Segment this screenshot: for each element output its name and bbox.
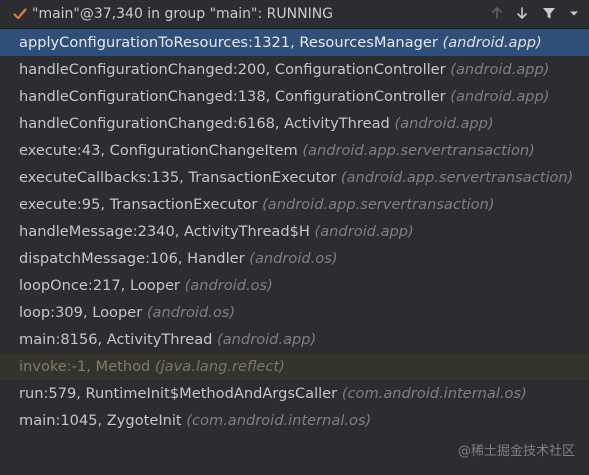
frame-package: (android.app) xyxy=(450,88,550,105)
frame-method: handleMessage:2340, ActivityThread$H xyxy=(19,223,310,240)
stack-frame-row[interactable]: dispatchMessage:106, Handler (android.os… xyxy=(0,245,589,272)
stack-frame-row[interactable]: execute:43, ConfigurationChangeItem (and… xyxy=(0,137,589,164)
stack-frame-row[interactable]: main:8156, ActivityThread (android.app) xyxy=(0,326,589,353)
frame-package: (java.lang.reflect) xyxy=(154,358,285,375)
frame-package: (android.os) xyxy=(249,250,338,267)
thread-title: "main"@37,340 in group "main": RUNNING xyxy=(32,6,334,22)
arrow-down-icon[interactable] xyxy=(514,5,530,21)
frame-method: main:8156, ActivityThread xyxy=(19,331,213,348)
frame-package: (android.app.servertransaction) xyxy=(302,142,535,159)
stack-frame-row[interactable]: execute:95, TransactionExecutor (android… xyxy=(0,191,589,218)
dropdown-icon[interactable] xyxy=(566,5,582,21)
frame-method: handleConfigurationChanged:138, Configur… xyxy=(19,88,446,105)
watermark: @稀土掘金技术社区 xyxy=(457,444,575,459)
frame-method: run:579, RuntimeInit$MethodAndArgsCaller xyxy=(19,385,338,402)
frame-method: invoke:-1, Method xyxy=(19,358,151,375)
stack-frame-row[interactable]: executeCallbacks:135, TransactionExecuto… xyxy=(0,164,589,191)
stack-frames-list: applyConfigurationToResources:1321, Reso… xyxy=(0,29,589,434)
frame-package: (android.app.servertransaction) xyxy=(262,196,495,213)
stack-frame-row[interactable]: handleConfigurationChanged:6168, Activit… xyxy=(0,110,589,137)
stack-frame-row[interactable]: run:579, RuntimeInit$MethodAndArgsCaller… xyxy=(0,380,589,407)
frame-package: (android.app) xyxy=(450,61,550,78)
frame-package: (android.os) xyxy=(146,304,236,321)
frame-package: (com.android.internal.os) xyxy=(186,412,372,429)
frame-package: (com.android.internal.os) xyxy=(341,385,527,402)
arrow-up-icon[interactable] xyxy=(489,5,505,21)
stack-frame-row[interactable]: invoke:-1, Method (java.lang.reflect) xyxy=(0,353,589,380)
filter-icon[interactable] xyxy=(541,5,557,21)
checkmark-icon xyxy=(12,6,28,22)
frame-method: executeCallbacks:135, TransactionExecuto… xyxy=(19,169,337,186)
stack-frame-row[interactable]: main:1045, ZygoteInit (com.android.inter… xyxy=(0,407,589,434)
frame-method: loop:309, Looper xyxy=(19,304,143,321)
frame-package: (android.app) xyxy=(394,115,494,132)
frame-method: handleConfigurationChanged:200, Configur… xyxy=(19,61,446,78)
stack-frame-row[interactable]: handleConfigurationChanged:200, Configur… xyxy=(0,56,589,83)
frame-package: (android.app.servertransaction) xyxy=(340,169,574,186)
stack-frame-row[interactable]: handleConfigurationChanged:138, Configur… xyxy=(0,83,589,110)
frame-method: applyConfigurationToResources:1321, Reso… xyxy=(19,34,438,51)
frame-method: dispatchMessage:106, Handler xyxy=(19,250,245,267)
frame-method: handleConfigurationChanged:6168, Activit… xyxy=(19,115,390,132)
thread-header[interactable]: "main"@37,340 in group "main": RUNNING xyxy=(0,0,589,29)
frame-method: main:1045, ZygoteInit xyxy=(19,412,182,429)
frame-method: loopOnce:217, Looper xyxy=(19,277,180,294)
frame-package: (android.app) xyxy=(314,223,414,240)
stack-frame-row[interactable]: handleMessage:2340, ActivityThread$H (an… xyxy=(0,218,589,245)
frame-method: execute:43, ConfigurationChangeItem xyxy=(19,142,298,159)
frame-package: (android.os) xyxy=(184,277,273,294)
frame-package: (android.app) xyxy=(442,34,542,51)
frame-method: execute:95, TransactionExecutor xyxy=(19,196,258,213)
stack-frame-row[interactable]: loop:309, Looper (android.os) xyxy=(0,299,589,326)
stack-frame-row[interactable]: applyConfigurationToResources:1321, Reso… xyxy=(0,29,589,56)
stack-frame-row[interactable]: loopOnce:217, Looper (android.os) xyxy=(0,272,589,299)
frame-package: (android.app) xyxy=(217,331,317,348)
